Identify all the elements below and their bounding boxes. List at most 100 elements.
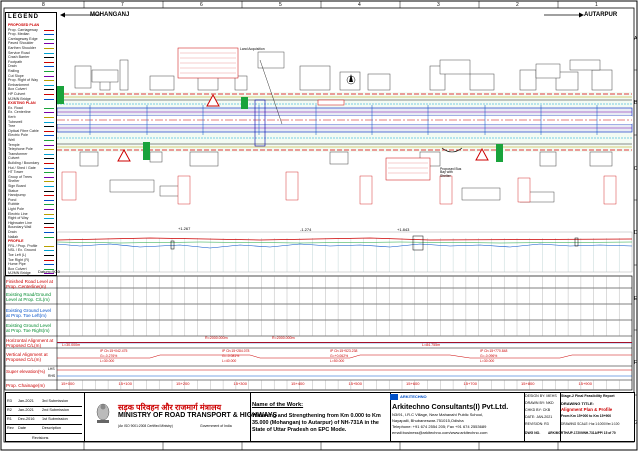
horiz-alignment-label: R=2000.000m (272, 336, 295, 340)
arrow-right-icon (544, 12, 584, 18)
legend-item: Footpath (8, 59, 23, 64)
grid-row-d: D (634, 230, 638, 236)
revision-no: R2 (7, 408, 12, 412)
legend-item: Temple (8, 142, 20, 147)
row-label-vertical: Vertical Alignment at Proposed C/L(m) (6, 352, 48, 362)
chainage-mark: 15+400 (291, 381, 305, 386)
revision-desc: 2nd Submission (42, 408, 70, 412)
legend-item: Railing (8, 69, 19, 73)
datum-label: Datum=90.0 (38, 269, 60, 274)
vert-length-label: L=30.000 (100, 359, 115, 363)
legend-symbol (44, 227, 54, 229)
consultant-phone: Telephone: +91 674 2554 205; Fax +91 674… (392, 424, 487, 429)
legend-item: Tubewell (8, 119, 23, 124)
legend-symbol (44, 245, 54, 247)
checked-by: CHKD BY: CKB (525, 408, 551, 412)
legend-symbol (44, 52, 54, 54)
chainage-mark: 15+500 (348, 381, 362, 386)
vert-ip-label: IP Ch:15+042.475 (100, 349, 128, 353)
legend-item: Light Pole (8, 207, 24, 211)
row-label-superelevation: Super elevation(%) (6, 369, 46, 374)
legend-item: Tree (8, 124, 16, 129)
slope-label: -1.274 (300, 227, 312, 232)
legend-item: Electric Line (8, 211, 28, 216)
legend-symbol (44, 140, 54, 141)
legend-symbol (44, 126, 54, 128)
consultant-logo-icon (390, 394, 398, 400)
legend-item: Ex. Road (8, 105, 23, 110)
vert-ip-label: IP Ch:15+284.078 (222, 349, 250, 353)
legend-symbol (44, 48, 54, 49)
legend-item: Building / Boundary (8, 161, 40, 165)
legend-panel: LEGEND PROPOSED PLAN Prop. Carriageway Pro… (5, 12, 57, 276)
legend-item: Boundary Wall (8, 225, 32, 230)
revision-no: R1 (7, 417, 12, 421)
legend-heading-proposed: PROPOSED PLAN (8, 23, 40, 27)
legend-symbol (44, 38, 54, 40)
consultant-address-1: N3/91, I.R.C Village, Near Mahanahi Publ… (392, 412, 484, 417)
legend-item: Prop. Right of Way (8, 78, 39, 83)
horiz-alignment-label: L=30.000m (62, 343, 81, 347)
legend-symbol (44, 195, 54, 197)
consultant-name: Arkitechno Consultants(I) Pvt.Ltd. (392, 402, 509, 411)
revision-row: Rev Date Description (6, 424, 82, 434)
dwg-no: ARK/MORTH/UP-17209/NH-731A/PP/ 15 of 70 (548, 431, 616, 435)
legend-item: Right of Way (8, 216, 29, 221)
legend-heading-profile: PROFILE (8, 239, 24, 244)
revision-date: Jan-2021 (18, 408, 34, 412)
legend-symbol (44, 167, 54, 169)
horiz-alignment-label: L=84.755m (422, 343, 441, 347)
legend-symbol (44, 98, 54, 100)
legend-item: Toe Left (L) (8, 253, 27, 257)
grid-col-5: 5 (279, 2, 282, 8)
legend-item: Sign Board (8, 184, 26, 188)
chainage-mark: 15+100 (118, 381, 132, 386)
legend-item: Prop. Median (8, 32, 30, 37)
legend-item: Box Culvert (8, 87, 27, 92)
revision-no: REVISION: R3 (525, 422, 549, 426)
grid-row-c: C (634, 166, 638, 172)
revisions-table: R3 Jan-2021 3rd Submission R2 Jan-2021 2… (6, 397, 82, 435)
legend-symbol (44, 112, 54, 114)
chainage-mark: 15+900 (578, 381, 592, 386)
grid-row-b: B (634, 100, 638, 106)
legend-symbol (44, 259, 54, 261)
grid-col-6: 6 (200, 2, 203, 8)
consultant-logo-text: ARKITECHNO (400, 394, 427, 399)
vert-grade-label: G=-0.096% (480, 354, 498, 358)
row-label-chainage: Prop. Chainage(m) (6, 383, 45, 388)
legend-item: Drain (8, 64, 17, 69)
revision-desc: Description (42, 426, 61, 430)
chainage-mark: 15+200 (176, 381, 190, 386)
legend-item: Culvert (8, 156, 20, 161)
legend-item: NSL / Ex. Ground (8, 248, 37, 253)
row-label-egl-cl: Existing Road/Ground Level at Prop. C/L(… (6, 292, 51, 302)
legend-symbol (44, 84, 54, 86)
bus-bay-label: Proposed Bus Bay with Shelter (440, 167, 462, 178)
legend-symbol (44, 71, 54, 72)
legend-symbol (44, 209, 54, 210)
grid-col-8: 8 (42, 2, 45, 8)
legend-symbol (44, 130, 54, 132)
legend-symbol (44, 107, 54, 109)
lhs-tag: LHS (48, 367, 55, 371)
revision-no: Rev (7, 426, 14, 430)
legend-symbol (44, 66, 54, 68)
legend-symbol (44, 213, 54, 215)
vert-length-label: L=30.000 (480, 359, 495, 363)
title-block-divider (84, 393, 85, 441)
row-label-egl-toe-right: Existing Ground Level at Prop. Toe Right… (6, 323, 51, 333)
consultant-address-2: Nayapalli, Bhubaneswar-751015,Odisha (392, 418, 464, 423)
drawing-sheet: 8 7 6 5 4 3 2 1 A B C D E F G MOHANGANJ … (0, 0, 638, 451)
legend-heading-existing: EXISTING PLAN (8, 101, 36, 106)
vert-grade-label: G=-0.081% (222, 354, 240, 358)
chainage-mark: 15+000 (61, 381, 75, 386)
legend-item: Transformer (8, 151, 28, 156)
revision-date: Date (18, 426, 27, 430)
legend-symbol (44, 80, 54, 82)
legend-item: Carriageway Edge (8, 36, 38, 41)
legend-title: LEGEND (8, 14, 40, 20)
revisions-caption: Revisions (32, 436, 49, 440)
vert-grade-label: G=-0.276% (100, 354, 118, 358)
legend-item: Telephone Pole (8, 147, 33, 152)
